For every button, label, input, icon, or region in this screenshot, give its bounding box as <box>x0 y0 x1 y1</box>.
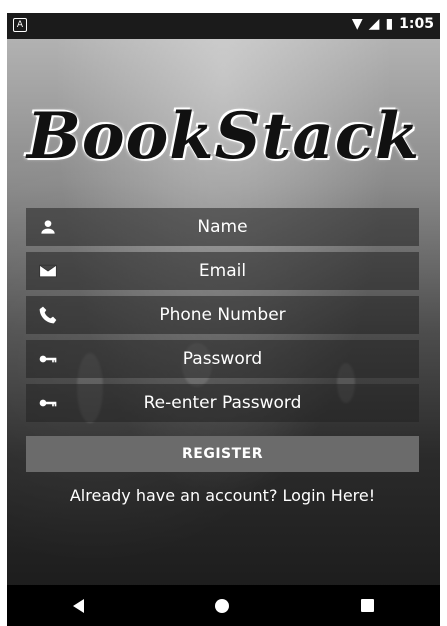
status-time: 1:05 <box>399 16 434 32</box>
signal-icon: ◢ <box>368 16 380 32</box>
wifi-icon: ▼ <box>351 16 363 32</box>
login-link[interactable]: Already have an account? Login Here! <box>26 486 419 505</box>
password-field[interactable]: Password <box>26 340 419 378</box>
register-form: Name Email Phone Number Password Re-ente… <box>26 208 419 505</box>
field-label: Phone Number <box>159 305 286 325</box>
field-label: Re-enter Password <box>143 393 302 413</box>
phone-screen: A ▼ ◢ ▮ 1:05 BookStack Name Email Phone … <box>7 13 440 626</box>
status-right: ▼ ◢ ▮ 1:05 <box>352 16 434 32</box>
register-button[interactable]: REGISTER <box>26 436 419 472</box>
navigation-bar <box>7 585 440 626</box>
back-icon[interactable] <box>72 598 84 613</box>
home-icon[interactable] <box>215 598 230 613</box>
status-bar: A ▼ ◢ ▮ 1:05 <box>7 13 440 39</box>
reenter-password-field[interactable]: Re-enter Password <box>26 384 419 422</box>
name-field[interactable]: Name <box>26 208 419 246</box>
field-label: Name <box>197 217 248 237</box>
app-logo: BookStack <box>26 99 421 174</box>
field-label: Password <box>182 349 263 369</box>
field-label: Email <box>198 261 247 281</box>
phone-field[interactable]: Phone Number <box>26 296 419 334</box>
email-field[interactable]: Email <box>26 252 419 290</box>
battery-icon: ▮ <box>385 16 394 32</box>
recent-apps-icon[interactable] <box>361 599 375 612</box>
android-icon: A <box>13 18 27 32</box>
